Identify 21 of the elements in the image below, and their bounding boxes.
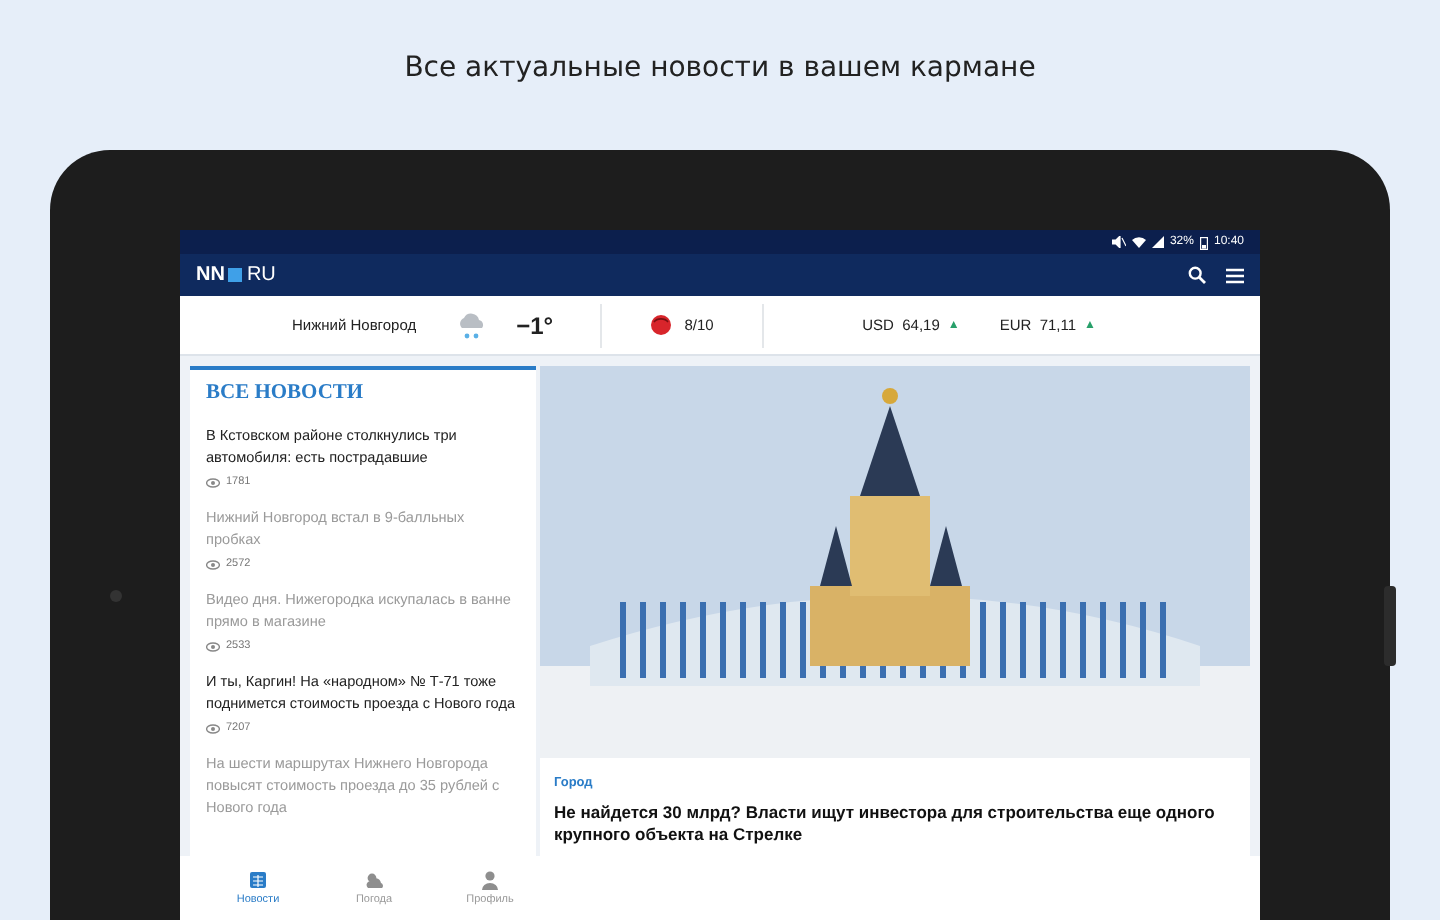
menu-icon[interactable] bbox=[1226, 267, 1244, 283]
newspaper-icon bbox=[248, 870, 268, 890]
person-icon bbox=[480, 870, 500, 890]
temperature: −1° bbox=[516, 311, 554, 339]
search-icon[interactable] bbox=[1188, 266, 1206, 284]
traffic-icon bbox=[650, 314, 673, 336]
wifi-icon bbox=[1131, 236, 1146, 248]
mute-icon bbox=[1111, 236, 1126, 248]
battery-icon bbox=[1199, 235, 1208, 249]
signal-icon bbox=[1151, 236, 1164, 248]
eye-icon bbox=[206, 477, 220, 487]
snow-cloud-icon bbox=[456, 309, 489, 341]
cloud-sun-icon bbox=[364, 870, 384, 890]
section-title: ВСЕ НОВОСТИ bbox=[206, 382, 366, 404]
headline: Все актуальные новости в вашем кармане bbox=[404, 51, 1036, 83]
eye-icon bbox=[206, 559, 220, 569]
logo[interactable]: NN RU bbox=[196, 264, 276, 286]
eye-icon bbox=[206, 723, 220, 733]
logo-square-icon bbox=[228, 268, 243, 282]
story-headline[interactable]: Не найдется 30 млрд? Власти ищут инвестора для строительства еще одного крупного объекта на Стрелке bbox=[554, 802, 1236, 846]
eye-icon bbox=[206, 641, 220, 651]
